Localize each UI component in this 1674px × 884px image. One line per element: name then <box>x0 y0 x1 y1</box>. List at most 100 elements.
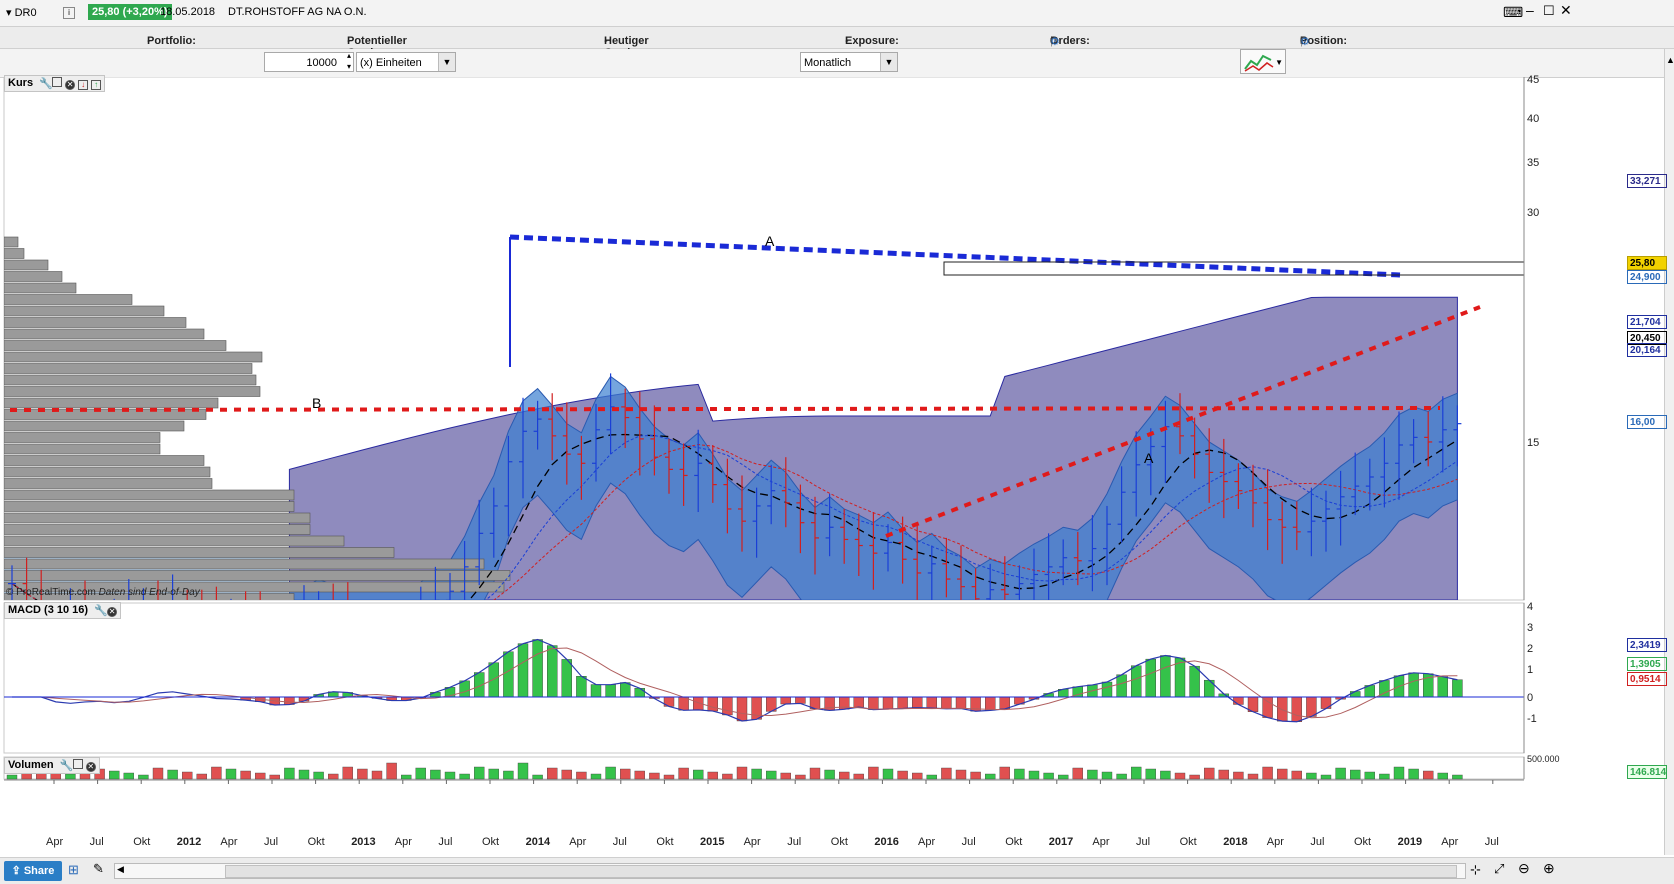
wrench-icon[interactable]: 🔧 <box>94 606 108 617</box>
volume-bar <box>1379 773 1390 780</box>
period-value: Monatlich <box>804 57 852 69</box>
wrench-icon[interactable]: 🔧 <box>39 79 53 90</box>
volume-tick: 500.000 <box>1527 754 1560 764</box>
share-icon: ⇪ <box>11 865 24 877</box>
volume-bar <box>181 771 193 780</box>
close-icon[interactable]: ✕ <box>1560 2 1572 19</box>
volume-bar <box>371 770 383 780</box>
stepper-arrows-icon[interactable]: ▴ ▾ <box>347 50 351 72</box>
volume-bar <box>342 766 353 780</box>
orders-gear-icon[interactable]: ⚙ <box>1050 35 1060 48</box>
scroll-left-icon[interactable]: ◀ <box>117 864 124 875</box>
volume-bar <box>1262 766 1273 780</box>
volume-profile-bar <box>4 512 311 524</box>
close-icon[interactable]: ✕ <box>107 607 118 617</box>
maximize-icon[interactable]: ☐ <box>1543 3 1555 19</box>
fit-icon[interactable]: ⤢ <box>1494 861 1504 877</box>
window-icon[interactable] <box>72 759 83 769</box>
volume-bar <box>1393 766 1405 780</box>
macd-histogram-bar <box>985 696 996 711</box>
chevron-down-icon[interactable]: ▼ <box>1275 53 1283 73</box>
window-icon[interactable] <box>52 77 63 87</box>
price-label-upper-band: 33,271 <box>1627 174 1667 188</box>
symbol-dropdown[interactable]: ▾ DR0 <box>6 6 37 19</box>
close-icon[interactable]: ✕ <box>85 762 96 772</box>
macd-label-signal: 0,9514 <box>1627 672 1667 686</box>
x-axis-label: Jul <box>961 836 976 848</box>
wrench-icon[interactable]: 🔧 <box>60 761 74 772</box>
red-arrow-icon[interactable]: ↓ <box>78 80 89 90</box>
macd-histogram-bar <box>882 696 894 710</box>
volume-bar <box>605 766 616 780</box>
x-axis-label: Okt <box>1005 836 1023 848</box>
volume-bar <box>474 766 485 780</box>
quantity-stepper[interactable]: 10000 ▴ ▾ <box>264 50 354 72</box>
volume-bar <box>1276 768 1288 780</box>
volume-bar <box>955 769 967 780</box>
chart-canvas[interactable] <box>0 77 1664 857</box>
period-select[interactable]: Monatlich ▼ <box>800 52 898 72</box>
volume-profile-bar <box>4 351 263 363</box>
volume-label-last: 146.814 <box>1627 765 1667 779</box>
x-axis-label: Apr <box>1441 836 1459 848</box>
volume-bar <box>766 770 777 780</box>
macd-histogram-bar <box>1160 655 1171 698</box>
macd-label-line: 2,3419 <box>1627 638 1667 652</box>
scrollbar-thumb[interactable] <box>225 865 1457 878</box>
volume-profile-bar <box>4 558 485 570</box>
instrument-name: DT.ROHSTOFF AG NA O.N. <box>228 6 367 18</box>
macd-histogram-bar <box>532 639 543 698</box>
share-button[interactable]: ⇪ Share <box>4 861 62 881</box>
macd-histogram-bar <box>1130 665 1142 698</box>
x-axis-label: Apr <box>1092 836 1110 848</box>
chart-type-button[interactable]: ▼ <box>1240 49 1286 74</box>
chevron-down-icon[interactable]: ▼ <box>880 53 897 71</box>
chart-settings-icon[interactable]: ⊞ <box>68 862 79 878</box>
x-axis-label: Jul <box>787 836 802 848</box>
volume-profile-bar <box>4 501 295 512</box>
volume-profile-bar <box>4 420 185 432</box>
macd-histogram-bar <box>503 651 514 698</box>
vertical-scrollbar[interactable]: ▲ <box>1664 49 1674 855</box>
volume-profile-bar <box>4 340 227 351</box>
macd-histogram-bar <box>941 696 952 709</box>
zoom-in-icon[interactable]: ⊕ <box>1543 860 1555 877</box>
close-icon[interactable]: ✕ <box>65 80 76 90</box>
volume-profile-bar <box>4 282 77 294</box>
x-axis-label: Apr <box>569 836 587 848</box>
volume-profile-bar <box>4 328 205 340</box>
macd-histogram-bar <box>722 696 733 716</box>
volume-bar <box>547 767 558 780</box>
watermark-note: Daten sind End-of-Day <box>98 587 200 598</box>
zoom-out-icon[interactable]: ⊖ <box>1518 860 1530 877</box>
volume-bar <box>444 771 456 780</box>
info-icon[interactable]: i <box>63 7 75 19</box>
volume-pane-header: Volumen 🔧 ✕ <box>4 757 100 774</box>
macd-pane[interactable] <box>3 602 1525 754</box>
volume-bar <box>123 772 135 780</box>
volume-bar <box>999 766 1010 780</box>
horizontal-scrollbar[interactable]: ◀ <box>114 863 1466 879</box>
price-tick: 45 <box>1527 74 1540 86</box>
green-arrow-icon[interactable]: ↑ <box>91 80 102 90</box>
volume-bar <box>415 767 426 780</box>
macd-histogram-bar <box>795 696 806 704</box>
price-change-badge: 25,80 (+3,20%) <box>88 4 172 20</box>
watermark: © ProRealTime.com Daten sind End-of-Day <box>6 587 200 598</box>
scroll-up-icon[interactable]: ▲ <box>1666 55 1674 65</box>
potential-gain-value: - <box>347 35 351 47</box>
minimize-icon[interactable]: – <box>1526 2 1534 18</box>
chevron-down-icon[interactable]: ▼ <box>438 53 455 71</box>
watermark-source: © ProRealTime.com <box>6 587 96 598</box>
macd-histogram-bar <box>620 682 631 698</box>
position-gear-icon[interactable]: ⚙ <box>1300 35 1310 48</box>
crosshair-icon[interactable]: ⊹ <box>1470 862 1481 878</box>
keyboard-icon[interactable]: ⌨ <box>1503 4 1523 21</box>
tools-icon[interactable]: ✎ <box>93 861 104 877</box>
volume-bar <box>824 769 835 780</box>
unit-select[interactable]: (x) Einheiten ▼ <box>356 52 456 72</box>
macd-histogram-bar <box>751 696 762 720</box>
x-axis-label: Apr <box>46 836 64 848</box>
macd-histogram-bar <box>868 696 879 710</box>
volume-bar <box>225 768 237 780</box>
